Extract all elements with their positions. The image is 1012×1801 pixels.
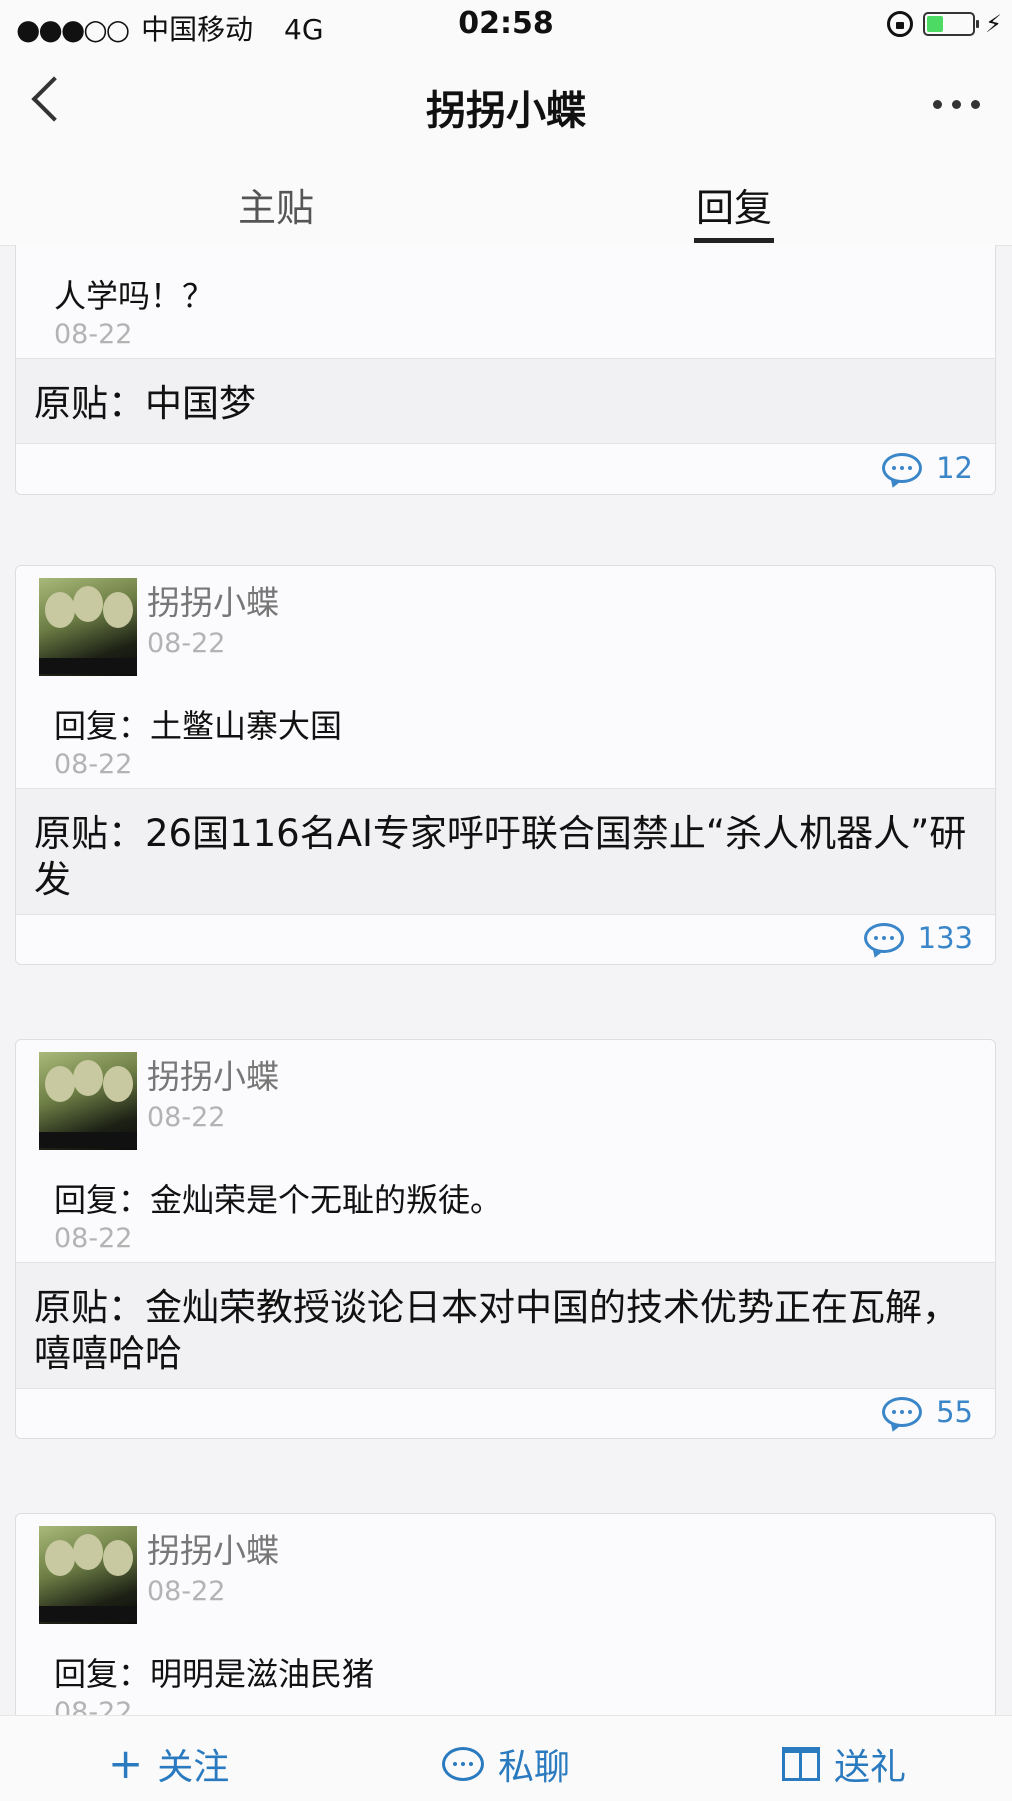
send-gift-button[interactable]: 送礼 bbox=[782, 1738, 906, 1790]
reply-text: 回复：金灿荣是个无耻的叛徒。 bbox=[54, 1181, 503, 1219]
avatar[interactable] bbox=[39, 1526, 137, 1624]
comment-count-button[interactable]: 133 bbox=[863, 921, 973, 955]
author-date: 08-22 bbox=[147, 1102, 226, 1133]
reply-card[interactable]: 人学吗！？ 08-22 原贴：中国梦 12 bbox=[15, 245, 996, 495]
reply-text: 回复：土鳖山寨大国 bbox=[54, 707, 343, 745]
chat-label: 私聊 bbox=[498, 1747, 571, 1788]
reply-date: 08-22 bbox=[54, 1223, 133, 1254]
status-bar: ●●●○○ 中国移动 4G 02:58 ⚡ bbox=[0, 0, 1012, 50]
status-icons: ⚡ bbox=[887, 10, 1002, 38]
reply-text: 回复：明明是滋油民猪 bbox=[54, 1655, 375, 1693]
gift-label: 送礼 bbox=[834, 1747, 907, 1788]
reply-card[interactable]: 拐拐小蝶 08-22 回复：金灿荣是个无耻的叛徒。 08-22 原贴：金灿荣教授… bbox=[15, 1039, 996, 1439]
orientation-lock-icon bbox=[887, 11, 914, 37]
reply-text: 人学吗！？ bbox=[54, 277, 215, 315]
comment-count: 12 bbox=[936, 451, 973, 485]
reply-date: 08-22 bbox=[54, 319, 133, 350]
original-post[interactable]: 原贴：26国116名AI专家呼吁联合国禁止“杀人机器人”研发 bbox=[16, 788, 995, 915]
original-post[interactable]: 原贴：金灿荣教授谈论日本对中国的技术优势正在瓦解，嘻嘻哈哈 bbox=[16, 1262, 995, 1389]
navigation-bar: 拐拐小蝶 bbox=[0, 50, 1012, 155]
original-post-title: 原贴：金灿荣教授谈论日本对中国的技术优势正在瓦解，嘻嘻哈哈 bbox=[34, 1286, 959, 1375]
original-post-title: 原贴：中国梦 bbox=[34, 382, 256, 425]
avatar[interactable] bbox=[39, 578, 137, 676]
reply-list: 人学吗！？ 08-22 原贴：中国梦 12 拐拐小蝶 08-22 回复：土鳖山寨… bbox=[0, 245, 1012, 1715]
page-title: 拐拐小蝶 bbox=[426, 88, 586, 134]
reply-card[interactable]: 拐拐小蝶 08-22 回复：明明是滋油民猪 08-22 bbox=[15, 1513, 996, 1715]
author-name[interactable]: 拐拐小蝶 bbox=[147, 1050, 279, 1098]
author-date: 08-22 bbox=[147, 1576, 226, 1607]
follow-button[interactable]: + 关注 bbox=[108, 1738, 229, 1790]
comment-count: 133 bbox=[917, 921, 973, 955]
tab-bar: 主贴 回复 bbox=[0, 155, 1012, 246]
status-time: 02:58 bbox=[458, 6, 554, 41]
reply-date: 08-22 bbox=[54, 1697, 133, 1715]
bottom-action-bar: + 关注 私聊 送礼 bbox=[0, 1715, 1012, 1801]
more-options-icon[interactable] bbox=[933, 100, 980, 109]
comment-icon bbox=[882, 453, 923, 483]
comment-icon bbox=[882, 1397, 923, 1427]
chat-bubble-icon bbox=[442, 1747, 484, 1781]
author-date: 08-22 bbox=[147, 628, 226, 659]
reply-date: 08-22 bbox=[54, 749, 133, 780]
comment-icon bbox=[863, 923, 904, 953]
comment-count-button[interactable]: 12 bbox=[882, 451, 973, 485]
battery-icon bbox=[923, 12, 980, 36]
tab-main-posts[interactable]: 主贴 bbox=[238, 177, 314, 232]
tab-replies[interactable]: 回复 bbox=[696, 177, 772, 232]
private-chat-button[interactable]: 私聊 bbox=[442, 1738, 570, 1790]
comment-count-button[interactable]: 55 bbox=[882, 1395, 973, 1429]
original-post[interactable]: 原贴：中国梦 bbox=[16, 358, 995, 444]
active-tab-indicator bbox=[694, 238, 774, 243]
comment-count: 55 bbox=[936, 1395, 973, 1429]
reply-card[interactable]: 拐拐小蝶 08-22 回复：土鳖山寨大国 08-22 原贴：26国116名AI专… bbox=[15, 565, 996, 965]
charging-icon: ⚡ bbox=[985, 10, 1002, 38]
follow-label: 关注 bbox=[157, 1747, 230, 1788]
plus-icon: + bbox=[108, 1739, 144, 1788]
author-name[interactable]: 拐拐小蝶 bbox=[147, 576, 279, 624]
original-post-title: 原贴：26国116名AI专家呼吁联合国禁止“杀人机器人”研发 bbox=[34, 812, 967, 901]
author-name[interactable]: 拐拐小蝶 bbox=[147, 1524, 279, 1572]
avatar[interactable] bbox=[39, 1052, 137, 1150]
gift-icon bbox=[782, 1747, 820, 1781]
